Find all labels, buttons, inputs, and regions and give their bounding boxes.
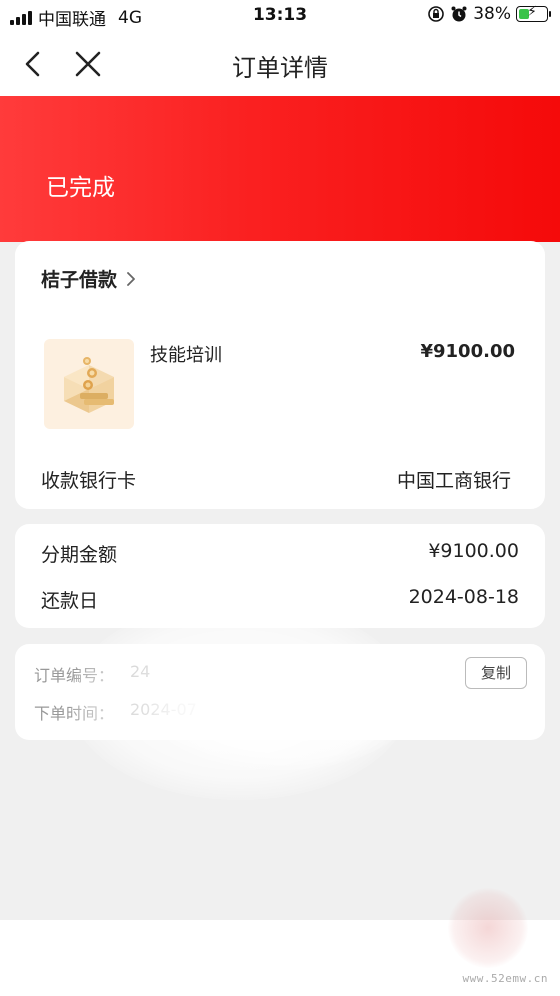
charging-bolt-icon: ⚡ (527, 4, 537, 20)
installment-amount-value: ¥9100.00 (428, 540, 519, 562)
page-title: 订单详情 (232, 54, 328, 82)
status-right: 38% ⚡ (427, 4, 551, 24)
bank-label: 收款银行卡 (41, 470, 137, 492)
order-detail-page: 中国联通 4G 13:13 38% ⚡ 订单详情 已完成 桔子借款 技能培训 ¥… (0, 0, 560, 996)
alarm-icon (451, 6, 467, 22)
order-time-value: 2024-07 (130, 700, 197, 719)
order-status: 已完成 (46, 175, 115, 201)
status-header: 已完成 (0, 96, 560, 242)
order-card: 桔子借款 技能培训 ¥9100.00 收款银行卡 中国工商银行 (15, 241, 545, 509)
battery-icon: ⚡ (516, 4, 551, 22)
coin-box-icon (64, 357, 114, 413)
order-info-card: 订单编号： 24 下单时间： 2024-07 复制 (15, 644, 545, 740)
merchant-name: 桔子借款 (41, 269, 118, 291)
order-number-value: 24 (130, 662, 151, 681)
order-number-label: 订单编号： (34, 666, 115, 685)
product-price: ¥9100.00 (420, 341, 515, 362)
product-image (44, 339, 134, 429)
merchant-link[interactable]: 桔子借款 (41, 265, 137, 292)
bank-value: 中国工商银行 (396, 470, 511, 492)
rotation-lock-icon (428, 6, 445, 22)
installment-card: 分期金额 ¥9100.00 还款日 2024-08-18 (15, 524, 545, 628)
installment-amount-label: 分期金额 (41, 544, 118, 566)
order-time-label: 下单时间： (34, 704, 115, 723)
watermark-seal-icon (448, 888, 528, 968)
status-bar: 中国联通 4G 13:13 38% ⚡ (0, 0, 560, 32)
watermark-text: www.52emw.cn (462, 972, 548, 985)
due-date-label: 还款日 (41, 590, 99, 612)
copy-button[interactable]: 复制 (465, 657, 527, 689)
product-name: 技能培训 (150, 345, 222, 366)
due-date-value: 2024-08-18 (408, 586, 519, 608)
chevron-right-icon (127, 271, 135, 286)
site-watermark: www.52emw.cn (438, 886, 548, 990)
battery-percent: 38% (473, 4, 511, 24)
nav-bar: 订单详情 (0, 32, 560, 96)
